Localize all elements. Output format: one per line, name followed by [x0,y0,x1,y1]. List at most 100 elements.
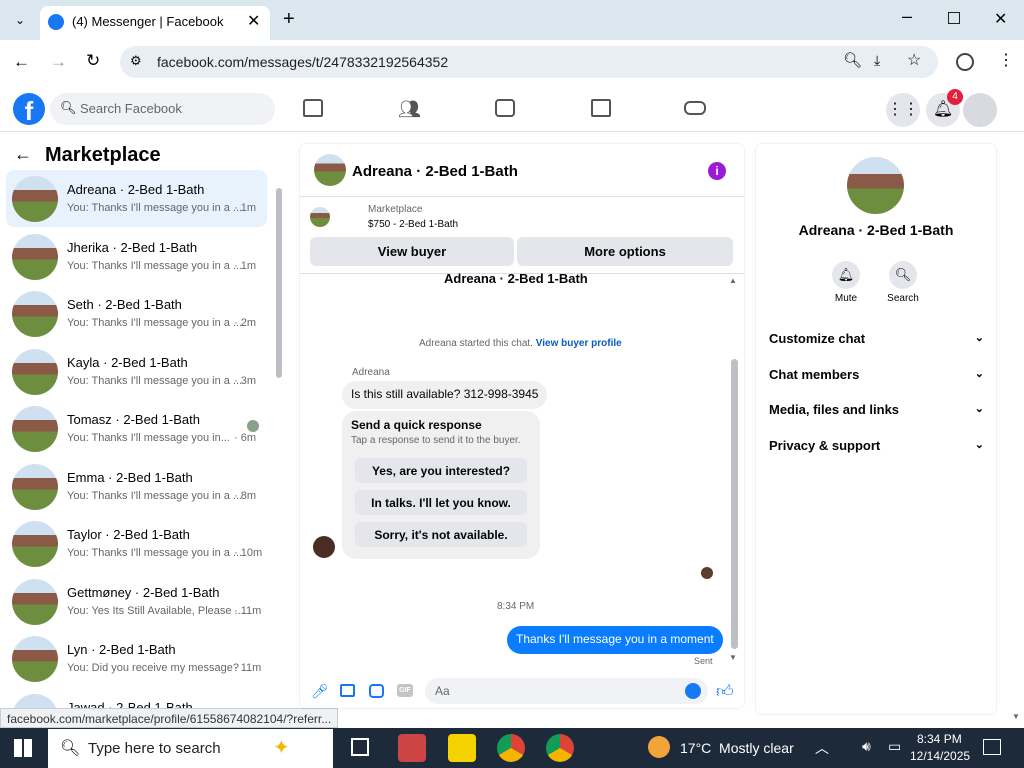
address-bar[interactable]: ⚙ facebook.com/messages/t/24783321925643… [120,46,938,78]
quick-response-button[interactable]: Sorry, it's not available. [355,522,527,547]
chrome-active-icon[interactable] [546,734,574,762]
menu-grid-icon[interactable]: ⋮⋮ [886,93,920,127]
chat-scrollbar[interactable] [731,359,738,649]
listing-thumbnail [12,636,58,682]
task-view-icon[interactable] [351,738,369,756]
info-section-row[interactable]: Privacy & support ⌄ [769,438,984,453]
view-buyer-profile-link[interactable]: View buyer profile [536,338,622,349]
profile-thumb[interactable] [847,157,904,214]
browser-tab[interactable]: (4) Messenger | Facebook ✕ [40,6,270,40]
scroll-down-icon[interactable]: ▼ [729,653,737,662]
gif-icon[interactable]: GIF [397,684,413,697]
listing-thumbnail [12,463,58,510]
window-close-icon[interactable]: ✕ [994,9,1007,29]
reload-icon[interactable]: ↻ [86,51,100,71]
account-avatar[interactable] [963,93,997,127]
chat-list-item[interactable]: Kayla · 2-Bed 1-Bath You: Thanks I'll mes… [6,343,267,400]
chat-list-item[interactable]: Jherika · 2-Bed 1-Bath You: Thanks I'll m… [6,228,267,285]
tab-title: (4) Messenger | Facebook [72,14,224,29]
sticker-icon[interactable] [369,684,384,698]
chat-list-item[interactable]: Gettmøney · 2-Bed 1-Bath You: Yes Its Sti… [6,573,267,630]
search-chat-button[interactable]: 🔍︎ [889,261,917,289]
info-section-row[interactable]: Media, files and links ⌄ [769,402,984,417]
chat-list-item[interactable]: Emma · 2-Bed 1-Bath You: Thanks I'll mess… [6,458,267,515]
mute-button[interactable]: 🔔︎ [832,261,860,289]
gaming-icon[interactable] [684,101,706,115]
tab-list-button[interactable]: ⌄ [8,8,32,32]
chat-list-item[interactable]: Tomasz · 2-Bed 1-Bath You: Thanks I'll me… [6,400,267,457]
new-tab-icon[interactable]: + [283,8,295,31]
zoom-icon[interactable]: 🔍︎ [843,51,862,69]
more-options-button[interactable]: More options [517,237,733,266]
facebook-logo[interactable]: f [13,93,45,126]
facebook-favicon-icon [48,14,64,30]
network-icon[interactable]: ▭ [888,738,901,755]
chat-header-name[interactable]: Adreana · 2-Bed 1-Bath [352,163,518,180]
chat-list-item[interactable]: Lyn · 2-Bed 1-Bath You: Did you receive m… [6,630,267,687]
minimize-icon[interactable]: – [902,6,912,27]
search-placeholder: Search Facebook [80,101,182,116]
sticky-notes-icon[interactable] [448,734,476,762]
back-arrow-icon[interactable]: ← [14,144,32,165]
chat-started-text: Adreana started this chat. View buyer pr… [419,338,622,349]
outgoing-message[interactable]: Thanks I'll message you in a moment [507,626,723,654]
scroll-up-icon[interactable]: ▲ [729,276,737,285]
incoming-message[interactable]: Is this still available? 312-998-3945 [342,381,548,409]
listing-detail: $750 - 2-Bed 1-Bath [368,219,459,230]
chat-item-snippet: You: Thanks I'll message you in a ... [67,374,243,387]
video-icon[interactable] [495,99,515,117]
info-icon[interactable]: i [708,162,726,180]
quick-response-button[interactable]: In talks. I'll let you know. [355,490,527,515]
chat-item-time: · 2m [234,317,256,329]
message-input[interactable]: Aa [425,678,708,704]
snipping-tool-icon[interactable] [398,734,426,762]
list-scrollbar[interactable] [276,188,282,378]
install-icon[interactable]: ⤓ [874,52,880,69]
quick-response-button[interactable]: Yes, are you interested? [355,458,527,483]
chat-item-name: Jawad · 2-Bed 1-Bath [67,699,193,709]
windows-start-icon[interactable] [14,739,32,757]
copilot-sparkle-icon: ✦ [273,737,290,759]
maximize-icon[interactable] [948,12,960,24]
facebook-search-input[interactable]: 🔍︎ Search Facebook [50,93,275,125]
tab-close-icon[interactable]: ✕ [247,11,260,31]
seen-avatar-icon [247,420,259,432]
notification-badge: 4 [947,89,963,105]
bookmark-star-icon[interactable]: ☆ [907,50,921,70]
chat-list-item[interactable]: Adreana · 2-Bed 1-Bath You: Thanks I'll m… [6,170,267,227]
buyer-avatar[interactable] [313,536,335,558]
chat-list-item[interactable]: Taylor · 2-Bed 1-Bath You: Thanks I'll me… [6,515,267,572]
tray-chevron-icon[interactable]: ︿ [815,738,829,758]
view-buyer-button[interactable]: View buyer [310,237,514,266]
taskbar-search-placeholder: Type here to search [88,740,221,757]
chat-item-time: · 1m [234,259,256,272]
browser-menu-icon[interactable]: ⋮ [998,50,1014,70]
taskbar-search-icon: 🔍︎ [60,740,81,757]
back-icon[interactable]: ← [13,52,30,72]
chat-item-time: · 11m [234,604,262,617]
clock-time[interactable]: 8:34 PM [917,732,962,746]
page-scroll-down-icon[interactable]: ▼ [1012,712,1020,721]
profile-icon[interactable] [956,53,974,71]
chat-item-name: Tomasz · 2-Bed 1-Bath [67,412,200,427]
info-section-row[interactable]: Customize chat ⌄ [769,331,984,346]
chat-list-item[interactable]: Seth · 2-Bed 1-Bath You: Thanks I'll mess… [6,285,267,342]
notification-center-icon[interactable] [983,739,1001,755]
chat-list-item[interactable]: Jawad · 2-Bed 1-Bath [6,688,267,709]
volume-icon[interactable]: 🔊︎ [862,738,871,755]
clock-date[interactable]: 12/14/2025 [910,749,970,763]
weather-text[interactable]: 17°C Mostly clear [680,740,794,756]
taskbar-search[interactable]: 🔍︎ Type here to search ✦ [48,729,333,768]
marketplace-icon[interactable] [591,99,611,117]
photo-icon[interactable] [340,684,355,697]
site-info-icon[interactable]: ⚙ [130,53,142,69]
home-icon[interactable] [303,99,323,117]
microphone-icon[interactable]: 🎤︎ [311,683,329,700]
chat-header-thumb [314,154,346,186]
forward-icon[interactable]: → [50,52,67,72]
friends-icon[interactable]: 👥︎ [398,99,421,120]
chrome-icon[interactable] [497,734,525,762]
info-section-row[interactable]: Chat members ⌄ [769,367,984,382]
thumbs-up-icon[interactable]: 👍︎ [716,681,734,702]
emoji-icon[interactable] [685,683,701,699]
